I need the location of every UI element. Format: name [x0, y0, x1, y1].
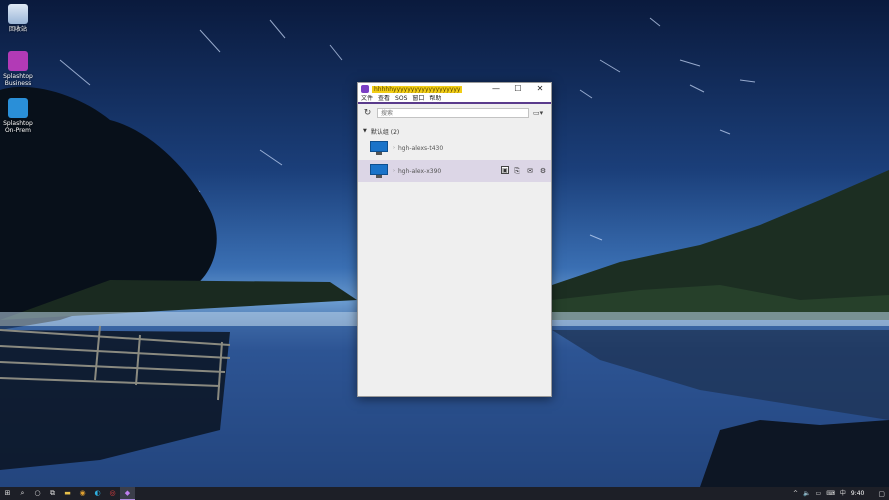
group-header[interactable]: ▼ 默认组 (2): [358, 126, 551, 136]
row-actions: ▣ ⎘ ✉ ⚙: [498, 166, 548, 176]
system-tray: ^ 🔈 ▭ ⌨ 中 9:40 ▢: [793, 487, 889, 500]
file-transfer-icon[interactable]: ⎘: [512, 166, 522, 176]
menu-sos[interactable]: SOS: [395, 94, 407, 103]
computer-name: hgh-alexs-t430: [398, 145, 443, 152]
splashtop-onprem-icon: [8, 98, 28, 118]
search-icon[interactable]: ⌕: [15, 487, 30, 500]
chevron-right-icon: ›: [393, 145, 395, 151]
desktop-icon-label: Splashtop On-Prem: [2, 120, 34, 134]
network-icon[interactable]: ▭: [816, 487, 822, 500]
close-button[interactable]: ✕: [529, 83, 551, 95]
desktop-icon-label: 回收站: [2, 26, 34, 33]
gear-icon[interactable]: ⚙: [538, 166, 548, 176]
computer-name: hgh-alex-x390: [398, 168, 441, 175]
recycle-bin-icon: [8, 4, 28, 24]
splashtop-taskbar-icon[interactable]: ◆: [120, 487, 135, 500]
monitor-icon: [370, 164, 388, 178]
toolbar: ↻ ▭▾: [358, 105, 551, 121]
view-mode-dropdown-icon[interactable]: ▭▾: [533, 108, 543, 119]
chrome-icon[interactable]: ◉: [75, 487, 90, 500]
search-input[interactable]: [377, 108, 529, 118]
app-icon: [361, 85, 369, 93]
menu-view[interactable]: 查看: [378, 94, 390, 103]
taskbar: ⊞ ⌕ ○ ⧉ ▬ ◉ ◐ ◎ ◆ ^ 🔈 ▭ ⌨ 中 9:40 ▢: [0, 487, 889, 500]
clock[interactable]: 9:40: [851, 490, 864, 497]
minimize-button[interactable]: —: [485, 83, 507, 95]
menu-help[interactable]: 帮助: [429, 94, 441, 103]
cortana-icon[interactable]: ○: [30, 487, 45, 500]
chevron-right-icon: ›: [393, 168, 395, 174]
computer-row[interactable]: › hgh-alexs-t430: [358, 137, 551, 159]
desktop-icon-recycle-bin[interactable]: 回收站: [2, 4, 34, 33]
refresh-icon[interactable]: ↻: [362, 108, 373, 119]
desktop-icon-splashtop-business[interactable]: Splashtop Business: [2, 51, 34, 87]
tray-chevron-up-icon[interactable]: ^: [793, 487, 798, 500]
keyboard-icon[interactable]: ⌨: [826, 487, 835, 500]
maximize-button[interactable]: ☐: [507, 83, 529, 95]
splashtop-business-icon: [8, 51, 28, 71]
desktop-icon-splashtop-onprem[interactable]: Splashtop On-Prem: [2, 98, 34, 134]
remote-desktop-icon[interactable]: ▣: [501, 166, 509, 174]
recorder-icon[interactable]: ◎: [105, 487, 120, 500]
start-windows-icon[interactable]: ⊞: [0, 487, 15, 500]
group-label: 默认组 (2): [371, 127, 399, 136]
volume-icon[interactable]: 🔈: [803, 487, 810, 500]
ime-icon[interactable]: 中: [840, 487, 846, 500]
desktop-icon-label: Splashtop Business: [2, 73, 34, 87]
edge-icon[interactable]: ◐: [90, 487, 105, 500]
monitor-icon: [370, 141, 388, 155]
window-title: hhhhhyyyyyyyyyyyyyyyyyyy: [372, 86, 462, 93]
computer-row[interactable]: › hgh-alex-x390 ▣ ⎘ ✉ ⚙: [358, 160, 551, 182]
window-titlebar[interactable]: hhhhhyyyyyyyyyyyyyyyyyyy — ☐ ✕: [358, 83, 551, 95]
notification-icon[interactable]: ▢: [878, 490, 885, 498]
file-explorer-icon[interactable]: ▬: [60, 487, 75, 500]
splashtop-window: hhhhhyyyyyyyyyyyyyyyyyyy — ☐ ✕ 文件 查看 SOS…: [357, 82, 552, 397]
menu-window[interactable]: 窗口: [412, 94, 424, 103]
chat-icon[interactable]: ✉: [525, 166, 535, 176]
caret-down-icon: ▼: [363, 128, 367, 134]
menu-file[interactable]: 文件: [361, 94, 373, 103]
menu-bar: 文件 查看 SOS 窗口 帮助: [358, 95, 551, 104]
task-view-icon[interactable]: ⧉: [45, 487, 60, 500]
